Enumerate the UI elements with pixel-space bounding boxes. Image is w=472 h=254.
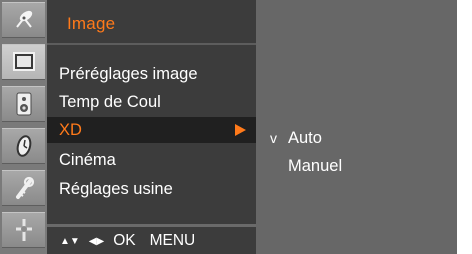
- up-down-arrows-icon: ▲▼: [60, 235, 80, 247]
- menu-hint-label: MENU: [149, 232, 196, 249]
- menu-item-label: XD: [59, 120, 82, 139]
- satellite-dish-icon: [15, 10, 32, 28]
- tv-osd-screen: Image Préréglages image Temp de Coul XD …: [0, 0, 457, 254]
- submenu-option-auto[interactable]: v Auto: [262, 124, 442, 152]
- menu-item-picture-presets[interactable]: Préréglages image: [47, 61, 256, 87]
- check-mark-icon: v: [270, 130, 277, 146]
- menu-category-channel[interactable]: [2, 2, 45, 38]
- submenu-option-label: Auto: [288, 128, 322, 147]
- menu-item-cinema[interactable]: Cinéma: [47, 147, 256, 173]
- menu-item-label: Réglages usine: [59, 179, 173, 198]
- title-divider: [47, 43, 256, 45]
- lock-key-icon: [15, 176, 34, 199]
- xd-submenu: v Auto Manuel: [262, 124, 442, 180]
- speaker-icon: [16, 92, 31, 116]
- picture-menu-panel: Image Préréglages image Temp de Coul XD …: [47, 0, 256, 254]
- clock-icon: [16, 135, 31, 157]
- menu-item-label: Préréglages image: [59, 64, 198, 83]
- submenu-option-manual[interactable]: Manuel: [262, 152, 442, 180]
- picture-icon: [12, 52, 35, 71]
- option-tools-icon: [15, 219, 32, 241]
- menu-title: Image: [67, 14, 116, 33]
- left-right-arrows-icon: ◀▶: [88, 235, 105, 247]
- menu-category-audio[interactable]: [2, 86, 45, 122]
- submenu-option-label: Manuel: [288, 156, 343, 175]
- navigation-hint: ▲▼ ◀▶ OK MENU: [60, 230, 195, 252]
- menu-item-factory-reset[interactable]: Réglages usine: [47, 176, 256, 202]
- menu-category-option[interactable]: [2, 212, 45, 248]
- menu-item-label: Temp de Coul: [59, 92, 161, 111]
- menu-item-color-temperature[interactable]: Temp de Coul: [47, 89, 256, 115]
- menu-item-label: Cinéma: [59, 150, 116, 169]
- menu-item-xd[interactable]: XD: [47, 117, 256, 143]
- footer-divider: [47, 224, 256, 227]
- menu-category-time[interactable]: [2, 128, 45, 164]
- menu-category-lock[interactable]: [2, 170, 45, 206]
- submenu-arrow-icon: [235, 124, 246, 136]
- menu-category-column: [0, 0, 47, 254]
- ok-hint-label: OK: [113, 232, 136, 249]
- menu-category-picture[interactable]: [2, 44, 45, 80]
